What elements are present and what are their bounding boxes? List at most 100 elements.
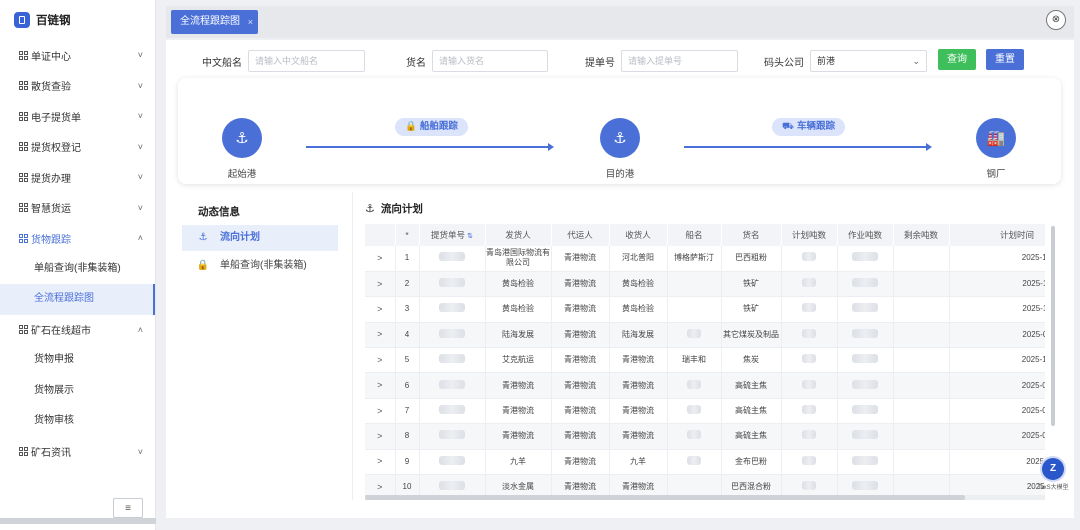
masked-value: [802, 278, 816, 288]
cell-index: 6: [395, 372, 420, 399]
sidebar-scrollbar[interactable]: [0, 518, 156, 524]
cell-shipper: 青港物流: [485, 398, 552, 425]
anchor-icon: ⚓: [235, 130, 249, 147]
cell-bill-no: [419, 296, 486, 323]
cell-bill-no: [419, 271, 486, 298]
sidebar-item-ore-news[interactable]: 矿石资讯 ˅: [0, 437, 155, 468]
expand-row-icon[interactable]: >: [365, 296, 396, 323]
cell-planned-time: 2025-10-09 16:4: [949, 246, 1045, 272]
close-tab-icon[interactable]: ×: [248, 10, 253, 34]
assistant-label: TaxS大模型: [1037, 485, 1069, 491]
table-row[interactable]: >9 九羊青港物流九羊 金布巴粉 2025-10-09 14:: [365, 449, 1045, 476]
table-row[interactable]: >3 黄岛检验青港物流黄岛检验 铁矿 2025-11-06 14:5: [365, 296, 1045, 323]
ship-name-input[interactable]: 请输入中文船名: [248, 50, 365, 72]
cell-planned-tons: [781, 449, 838, 476]
sidebar: 百链钢 单证中心 ˅ 散货查验 ˅ 电子提货单 ˅ 提货权登记 ˅ 提货办理 ˅ 智慧货运…: [0, 0, 156, 530]
table-row[interactable]: >6青港物流青港物流青港物流高硫主焦2025-09-15 09:0: [365, 372, 1045, 399]
steel-mill-node[interactable]: 🏭: [976, 118, 1016, 158]
cell-planned-tons: [781, 271, 838, 298]
reset-button[interactable]: 重置: [986, 49, 1024, 70]
cell-bill-no: [419, 246, 486, 272]
expand-row-icon[interactable]: >: [365, 372, 396, 399]
table-row[interactable]: >5艾克航运青港物流青港物流瑞丰和焦炭2025-10-23 14:2: [365, 347, 1045, 374]
main-panel: 中文船名 请输入中文船名 货名 请输入货名 提单号 请输入提单号 码头公司 前港…: [166, 40, 1074, 518]
cell-agent: 青港物流: [551, 246, 610, 272]
sidebar-item-e-delivery[interactable]: 电子提货单 ˅: [0, 101, 155, 132]
col-ship: 船名: [667, 224, 722, 246]
masked-value: [687, 430, 701, 440]
logo-icon: [14, 12, 30, 28]
cell-remaining-tons: [893, 246, 950, 272]
goods-name-filter: 货名 请输入货名: [406, 49, 548, 73]
grid-icon: [19, 142, 28, 152]
cell-goods: 金布巴粉: [721, 449, 782, 476]
cell-index: 4: [395, 322, 420, 349]
table-row[interactable]: >4 陆海发展青港物流陆海发展 其它煤炭及制品 2025-08-27 11:1: [365, 322, 1045, 349]
cell-shipper: 青岛港国际物流有限公司: [485, 246, 552, 272]
expand-row-icon[interactable]: >: [365, 347, 396, 374]
table-row[interactable]: >7青港物流青港物流青港物流高硫主焦2025-09-15 15:0: [365, 398, 1045, 425]
masked-value: [687, 328, 701, 338]
expand-row-icon[interactable]: >: [365, 423, 396, 450]
masked-value: [802, 481, 816, 491]
expand-row-icon[interactable]: >: [365, 449, 396, 476]
sidebar-item-pickup[interactable]: 提货办理 ˅: [0, 162, 155, 193]
destination-port-node[interactable]: ⚓: [600, 118, 640, 158]
goods-name-input[interactable]: 请输入货名: [432, 50, 548, 72]
table-row[interactable]: >2 黄岛检验青港物流黄岛检验 铁矿 2025-11-06 14:5: [365, 271, 1045, 298]
cell-agent: 青港物流: [551, 322, 610, 349]
sidebar-subitem-full-tracking[interactable]: 全流程跟踪图: [0, 284, 155, 315]
masked-value: [687, 455, 701, 465]
app-logo[interactable]: 百链钢: [0, 0, 155, 40]
cell-operated-tons: [837, 246, 894, 272]
masked-value: [802, 405, 816, 415]
expand-row-icon[interactable]: >: [365, 271, 396, 298]
company-select[interactable]: 前港 ⌄: [810, 50, 927, 72]
sidebar-subitem-single-ship[interactable]: 单船查询(非集装箱): [0, 254, 155, 285]
destination-port-label: 目的港: [605, 169, 635, 180]
expand-row-icon[interactable]: >: [365, 246, 396, 272]
ship-tracking-button[interactable]: 🔒 船舶跟踪: [395, 118, 468, 136]
cell-operated-tons: [837, 271, 894, 298]
bill-no-input[interactable]: 请输入提单号: [621, 50, 738, 72]
table-row[interactable]: >1 青岛港国际物流有限公司青港物流河北普阳博格萨斯汀巴西粗粉 2025-10-09…: [365, 246, 1045, 272]
sidebar-subitem-declare[interactable]: 货物申报: [0, 345, 155, 376]
table-horizontal-scrollbar[interactable]: [365, 495, 1045, 500]
col-bill-no[interactable]: 提货单号 ⇅: [419, 224, 486, 246]
ai-assistant-button[interactable]: Z TaxS大模型: [1036, 458, 1070, 491]
query-button[interactable]: 查询: [938, 49, 976, 70]
cell-index: 8: [395, 423, 420, 450]
dynamic-item-single-ship[interactable]: 🔒 单船查询(非集装箱): [182, 253, 338, 279]
cell-index: 9: [395, 449, 420, 476]
cell-ship: [667, 296, 722, 323]
sidebar-item-smart-freight[interactable]: 智慧货运 ˅: [0, 193, 155, 224]
table-row[interactable]: >8青港物流青港物流青港物流高硫主焦2025-09-24 15:5: [365, 423, 1045, 450]
cell-shipper: 艾克航运: [485, 347, 552, 374]
sidebar-subitem-display[interactable]: 货物展示: [0, 376, 155, 407]
col-shipper: 发货人: [485, 224, 552, 246]
masked-value: [439, 405, 465, 415]
expand-row-icon[interactable]: >: [365, 398, 396, 425]
cell-index: 7: [395, 398, 420, 425]
flow-plan-title: ⚓ 流向计划: [365, 203, 423, 215]
start-port-node[interactable]: ⚓: [222, 118, 262, 158]
cell-consignee: 黄岛检验: [609, 271, 668, 298]
table-vertical-scrollbar[interactable]: [1051, 226, 1055, 426]
dynamic-info-title: 动态信息: [198, 206, 240, 218]
sort-icon[interactable]: ⇅: [467, 233, 473, 240]
sidebar-subitem-review[interactable]: 货物审核: [0, 406, 155, 437]
collapse-sidebar-button[interactable]: ≡: [113, 498, 143, 518]
sidebar-item-documents[interactable]: 单证中心 ˅: [0, 40, 155, 71]
expand-row-icon[interactable]: >: [365, 322, 396, 349]
vehicle-tracking-button[interactable]: ⛟ 车辆跟踪: [772, 118, 845, 136]
cell-goods: 高硫主焦: [721, 398, 782, 425]
tab-full-tracking[interactable]: 全流程跟踪图 ×: [171, 10, 258, 34]
dynamic-item-flow-plan[interactable]: ⚓ 流向计划: [182, 225, 338, 251]
sidebar-item-rights-registration[interactable]: 提货权登记 ˅: [0, 132, 155, 163]
close-all-tabs-icon[interactable]: ⊗: [1046, 10, 1066, 30]
sidebar-item-ore-market[interactable]: 矿石在线超市 ˄: [0, 315, 155, 346]
sidebar-item-bulk-inspection[interactable]: 散货查验 ˅: [0, 71, 155, 102]
cell-consignee: 青港物流: [609, 347, 668, 374]
sidebar-item-cargo-tracking[interactable]: 货物跟踪 ˄: [0, 223, 155, 254]
chevron-down-icon: ˅: [137, 80, 143, 91]
